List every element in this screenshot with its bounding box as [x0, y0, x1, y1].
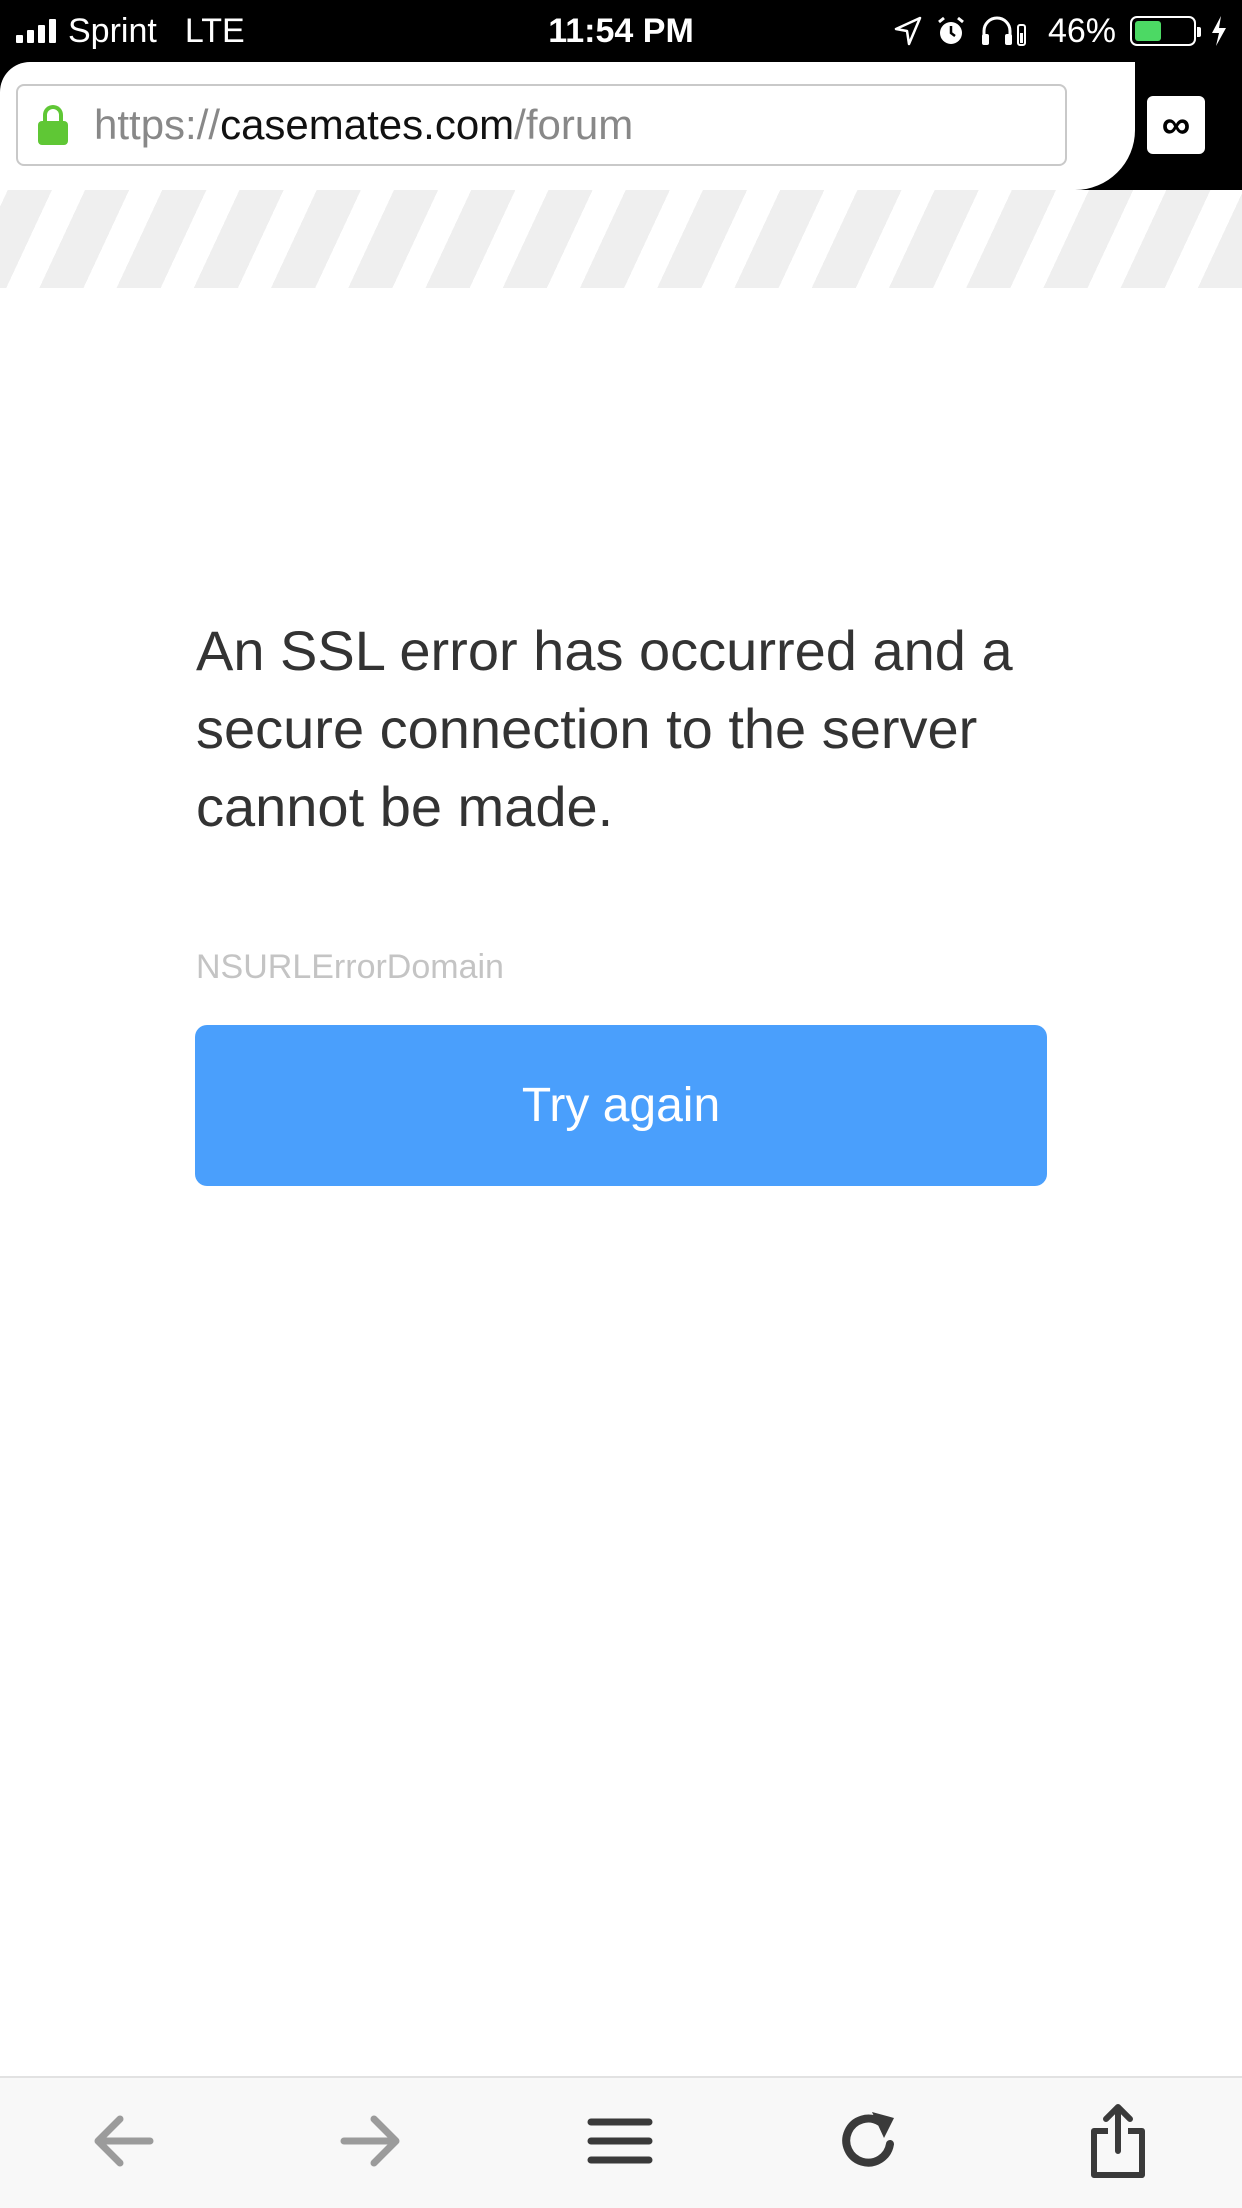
loading-stripes [0, 190, 1242, 288]
try-again-button[interactable]: Try again [195, 1025, 1047, 1186]
forward-arrow-icon [340, 2115, 400, 2167]
forward-button[interactable] [336, 2106, 406, 2176]
bottom-toolbar [0, 2076, 1242, 2208]
network-type: LTE [184, 11, 245, 50]
url-host: casemates.com [220, 101, 515, 148]
battery-icon [1130, 16, 1201, 46]
reload-button[interactable] [834, 2106, 904, 2176]
menu-button[interactable] [585, 2106, 655, 2176]
signal-strength-icon [16, 19, 56, 43]
lock-icon [38, 105, 68, 145]
url-path: /forum [514, 101, 634, 148]
back-button[interactable] [88, 2106, 158, 2176]
share-icon [1091, 2104, 1145, 2178]
address-area: https://casemates.com/forum [0, 62, 1135, 190]
tabs-button[interactable]: ∞ [1147, 96, 1205, 154]
location-arrow-icon [894, 16, 922, 46]
url-text[interactable]: https://casemates.com/forum [94, 101, 633, 149]
charging-bolt-icon [1212, 16, 1226, 46]
url-bar[interactable]: https://casemates.com/forum [16, 84, 1067, 166]
share-button[interactable] [1083, 2104, 1153, 2178]
back-arrow-icon [94, 2115, 154, 2167]
url-scheme: https:// [94, 101, 221, 148]
error-message: An SSL error has occurred and a secure c… [196, 619, 1013, 838]
battery-percent: 46% [1047, 11, 1116, 50]
battery-level [1135, 21, 1161, 41]
alarm-icon [938, 16, 964, 44]
battery-cap [1197, 27, 1201, 37]
reload-icon [842, 2112, 894, 2167]
browser-chrome: https://casemates.com/forum ∞ [0, 62, 1242, 190]
menu-icon [587, 2118, 653, 2164]
status-bar: Sprint LTE 11:54 PM 46% [0, 0, 1242, 62]
headphones-icon [981, 16, 1026, 46]
carrier-name: Sprint [68, 11, 157, 50]
status-left: Sprint LTE [16, 0, 245, 62]
status-right: 46% [894, 0, 1228, 62]
error-domain: NSURLErrorDomain [196, 948, 504, 986]
